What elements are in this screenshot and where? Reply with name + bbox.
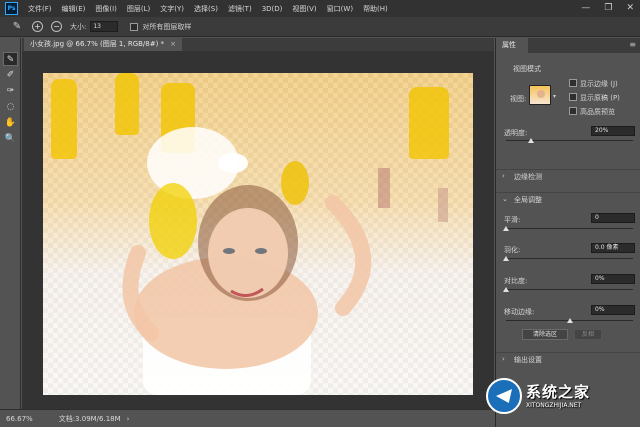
minimize-icon[interactable]: — (581, 3, 590, 13)
expand-caret-icon: › (502, 172, 505, 180)
close-icon[interactable]: ✕ (626, 3, 634, 13)
options-bar: ✎ + − 大小: 13 对所有图层取样 (0, 17, 640, 37)
smooth-label: 平滑: (504, 216, 521, 224)
feather-label: 羽化: (504, 246, 521, 254)
global-refinement-section[interactable]: ⌄ 全局调整 (496, 192, 640, 206)
site-watermark: 系统之家 XITONGZHIJIA.NET (486, 376, 636, 420)
zoom-tool-icon[interactable]: 🔍 (3, 132, 18, 146)
hand-tool-icon[interactable]: ✋ (3, 116, 18, 130)
refine-brush-icon[interactable]: ✎ (10, 20, 24, 34)
contrast-slider-thumb[interactable] (503, 287, 509, 292)
show-edge-label: 显示边缘 (J) (580, 80, 618, 88)
menu-window[interactable]: 窗口(W) (327, 4, 353, 14)
size-label: 大小: (70, 22, 87, 31)
properties-tab[interactable]: 属性 (496, 38, 528, 53)
add-mode-icon[interactable]: + (32, 21, 43, 32)
feather-slider[interactable] (506, 258, 633, 259)
lasso-tool-icon[interactable]: ◌ (3, 100, 18, 114)
smooth-slider[interactable] (506, 228, 633, 229)
opacity-label: 透明度: (504, 129, 528, 137)
restore-icon[interactable]: ❐ (604, 3, 612, 13)
girl-figure (122, 127, 448, 395)
panel-menu-icon[interactable]: ≡ (629, 41, 636, 49)
watermark-logo-icon (486, 378, 522, 414)
shift-edge-input[interactable]: 0% (591, 305, 635, 315)
quick-selection-tool-icon[interactable]: ✎ (3, 52, 18, 66)
contrast-input[interactable]: 0% (591, 274, 635, 284)
status-bar: 66.67% 文档:3.09M/6.18M › (0, 409, 494, 427)
properties-panel: 属性 ≡ 视图模式 视图: ▾ 显示边缘 (J) 显示原稿 (P) 高品质预览 … (495, 38, 640, 427)
subtract-mode-icon[interactable]: − (51, 21, 62, 32)
view-dropdown-icon[interactable]: ▾ (553, 93, 556, 100)
expand-caret-icon: › (502, 355, 505, 363)
document-tab[interactable]: 小女孩.jpg @ 66.7% (图层 1, RGB/8#) * × (24, 38, 182, 51)
opacity-input[interactable]: 20% (591, 126, 635, 136)
smooth-input[interactable]: 0 (591, 213, 635, 223)
size-input[interactable]: 13 (90, 21, 119, 32)
feather-slider-thumb[interactable] (503, 256, 509, 261)
panel-tab-bar: 属性 ≡ (496, 38, 640, 53)
shift-edge-slider-thumb[interactable] (566, 318, 573, 323)
document-title: 小女孩.jpg @ 66.7% (图层 1, RGB/8#) * (30, 40, 165, 48)
menu-file[interactable]: 文件(F) (28, 4, 52, 14)
edge-detection-title: 边缘检测 (514, 173, 542, 181)
menu-layer[interactable]: 图层(L) (127, 4, 150, 14)
tools-panel: ✎ ✐ ✑ ◌ ✋ 🔍 (0, 38, 21, 412)
output-settings-title: 输出设置 (514, 356, 542, 364)
photo-girl-with-sponges[interactable] (43, 73, 473, 395)
view-mode-title: 视图模式 (513, 65, 541, 73)
show-original-label: 显示原稿 (P) (580, 94, 620, 102)
canvas-area[interactable] (22, 51, 494, 409)
menu-filter[interactable]: 滤镜(T) (228, 4, 252, 14)
global-refinement-title: 全局调整 (514, 196, 542, 204)
feather-input[interactable]: 0.0 像素 (591, 243, 635, 253)
close-tab-icon[interactable]: × (170, 40, 176, 48)
document-tab-bar: 小女孩.jpg @ 66.7% (图层 1, RGB/8#) * × (22, 38, 494, 51)
contrast-label: 对比度: (504, 277, 528, 285)
high-quality-preview-checkbox[interactable] (569, 107, 577, 115)
menu-select[interactable]: 选择(S) (194, 4, 218, 14)
contrast-slider[interactable] (506, 289, 633, 290)
output-settings-section[interactable]: › 输出设置 (496, 352, 640, 366)
watermark-title: 系统之家 (526, 383, 591, 401)
menu-type[interactable]: 文字(Y) (160, 4, 184, 14)
smooth-slider-thumb[interactable] (503, 226, 509, 231)
zoom-level[interactable]: 66.67% (6, 415, 33, 423)
invert-button[interactable]: 反相 (574, 329, 602, 340)
opacity-slider[interactable] (506, 140, 633, 141)
collapse-caret-icon: ⌄ (502, 195, 508, 203)
menu-image[interactable]: 图像(I) (95, 4, 117, 14)
watermark-url: XITONGZHIJIA.NET (526, 402, 582, 409)
document-info: 文档:3.09M/6.18M (58, 414, 121, 423)
menu-edit[interactable]: 编辑(E) (62, 4, 86, 14)
sample-all-layers-checkbox[interactable] (130, 22, 139, 31)
show-original-checkbox[interactable] (569, 93, 577, 101)
clear-selection-button[interactable]: 清除选区 (522, 329, 568, 340)
menu-3d[interactable]: 3D(D) (262, 5, 283, 13)
shift-edge-label: 移动边缘: (504, 308, 535, 316)
show-edge-checkbox[interactable] (569, 79, 577, 87)
brush-tool-icon[interactable]: ✑ (3, 84, 18, 98)
status-menu-arrow-icon[interactable]: › (127, 415, 130, 423)
photoshop-logo-icon: Ps (5, 2, 18, 15)
menu-bar: Ps 文件(F) 编辑(E) 图像(I) 图层(L) 文字(Y) 选择(S) 滤… (0, 0, 640, 17)
window-controls: — ❐ ✕ (581, 3, 634, 13)
edge-detection-section[interactable]: › 边缘检测 (496, 169, 640, 183)
menu-view[interactable]: 视图(V) (292, 4, 316, 14)
sample-all-layers-label: 对所有图层取样 (142, 22, 192, 31)
opacity-slider-thumb[interactable] (528, 138, 535, 143)
menu-help[interactable]: 帮助(H) (363, 4, 388, 14)
high-quality-preview-label: 高品质预览 (580, 108, 615, 116)
view-mode-thumbnail[interactable] (529, 85, 551, 105)
view-label: 视图: (510, 95, 527, 103)
refine-edge-brush-icon[interactable]: ✐ (3, 68, 18, 82)
